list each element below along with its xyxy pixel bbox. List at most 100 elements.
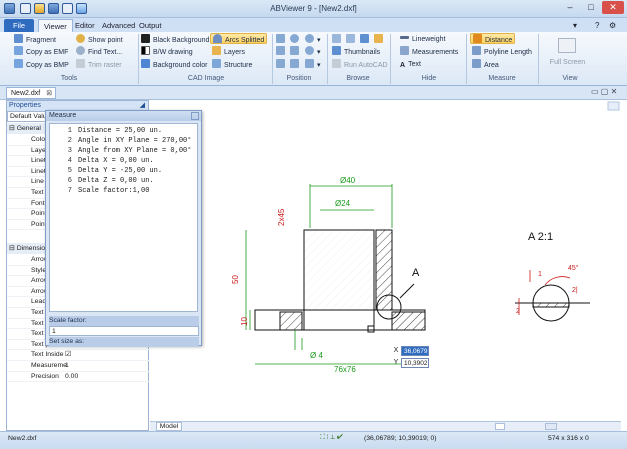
measure-line: 6 Delta Z = 0,00 un. [50, 176, 154, 186]
measure-dialog-header: Measure [46, 111, 201, 121]
drawing-canvas[interactable]: Ø40 Ø24 Ø 4 76x76 2x45 50 10 A A 2:1 45°… [150, 100, 621, 421]
thumbnails-button[interactable]: Thumbnails [332, 46, 380, 57]
run-autocad-button[interactable]: Run AutoCAD [332, 59, 388, 70]
trim-raster-button[interactable]: Trim raster [76, 59, 122, 70]
line-number: 1 [67, 127, 72, 135]
group-label-hide: Hide [421, 75, 437, 82]
reload-button[interactable] [360, 34, 372, 45]
pan-button[interactable] [276, 46, 288, 57]
find-text-button[interactable]: Find Text... [76, 46, 122, 57]
status-coords: (36,06789; 10,39019; 0) [364, 435, 437, 442]
maximize-button[interactable]: □ [581, 1, 601, 14]
property-row[interactable]: Precision 0.00 [7, 372, 150, 383]
scroll-up-button[interactable] [607, 101, 620, 111]
line-number: 3 [67, 147, 72, 155]
bw-drawing-button[interactable]: B/W drawing [141, 46, 193, 57]
lineweight-icon [400, 36, 409, 39]
close-button[interactable]: ✕ [602, 1, 624, 14]
forward-button[interactable] [346, 34, 358, 45]
text-button[interactable]: A Text [400, 59, 421, 70]
distance-icon [473, 34, 482, 43]
snap-icon[interactable]: ⛶ ⁞ ⊥ ✔ [320, 434, 343, 442]
measurements-button[interactable]: Measurements [400, 46, 458, 57]
show-point-icon [76, 34, 85, 43]
line-text: Delta X = 0,00 un. [78, 157, 154, 165]
options-icon[interactable]: ⚙ [604, 19, 621, 32]
zoom-in-button[interactable] [290, 34, 302, 45]
horizontal-scrollbar[interactable] [545, 423, 557, 430]
back-arrow-icon [332, 34, 341, 43]
tab-editor[interactable]: Editor [70, 19, 100, 32]
rotate-icon [276, 59, 285, 68]
group-label-tools: Tools [60, 75, 78, 82]
document-tab[interactable]: New2.dxf ⊠ [6, 87, 56, 99]
property-row[interactable]: Text Inside ☑ [7, 350, 150, 361]
mirror-button[interactable] [290, 59, 302, 70]
section-view [254, 229, 426, 333]
coord-x-value[interactable]: 36,0679 [401, 346, 429, 356]
distance-button[interactable]: Distance [470, 33, 516, 44]
lineweight-button[interactable]: Lineweight [400, 34, 445, 45]
property-value[interactable]: ☑ [65, 350, 71, 361]
line-number: 5 [67, 167, 72, 175]
run-autocad-icon [332, 59, 341, 68]
tab-file[interactable]: File [4, 19, 34, 32]
back-button[interactable] [332, 34, 344, 45]
close-tab-icon[interactable]: ⊠ [46, 90, 52, 97]
scale-factor-label: Scale factor: [49, 316, 199, 326]
zoom-menu-button[interactable]: ▾ [305, 34, 321, 45]
tab-model[interactable]: Model [156, 422, 182, 431]
browse-folder-button[interactable] [374, 34, 386, 45]
structure-button[interactable]: Structure [212, 59, 252, 70]
copy-bmp-button[interactable]: Copy as BMP [14, 59, 69, 70]
property-value[interactable]: 0.00 [65, 372, 78, 383]
collapse-icon[interactable]: ⊟ [9, 125, 15, 132]
minimize-button[interactable]: – [560, 1, 580, 14]
dim-angle-45: 45° [568, 264, 579, 272]
copy-emf-button[interactable]: Copy as EMF [14, 46, 68, 57]
close-dialog-icon[interactable] [191, 112, 199, 120]
fit-button[interactable] [290, 46, 302, 57]
zoom-rect-button[interactable] [276, 34, 288, 45]
fragment-button[interactable]: Fragment [14, 34, 56, 45]
layers-button[interactable]: Layers [212, 46, 245, 57]
fragment-icon [14, 34, 23, 43]
document-tab-bar: New2.dxf ⊠ ▭ ▢ ✕ [0, 86, 627, 100]
line-number: 7 [67, 187, 72, 195]
scroll-left-button[interactable] [495, 423, 505, 430]
property-key: Font [31, 199, 45, 207]
measure-line: 1 Distance = 25,00 un. [50, 126, 162, 136]
style-menu-icon[interactable]: ▾ [568, 19, 582, 32]
full-screen-button[interactable]: Full Screen [545, 57, 590, 68]
measure-line: 5 Delta Y = -25,00 un. [50, 166, 162, 176]
group-label-view: View [562, 75, 578, 82]
measure-output[interactable]: 1 Distance = 25,00 un. 2 Angle in XY Plane … [49, 123, 198, 312]
collapse-icon[interactable]: ⊟ [9, 245, 15, 252]
area-icon [472, 59, 481, 68]
background-color-button[interactable]: Background color [141, 59, 207, 70]
zoom-out-button[interactable]: ▾ [305, 46, 321, 57]
scale-factor-input[interactable]: 1 [49, 326, 199, 336]
help-icon[interactable]: ? [590, 19, 604, 32]
arcs-splitted-button[interactable]: Arcs Splitted [210, 33, 268, 44]
rotate-button[interactable] [276, 59, 288, 70]
magnifier-icon [305, 34, 314, 43]
full-screen-icon[interactable] [558, 38, 576, 53]
polyline-length-icon [472, 46, 481, 55]
tab-output[interactable]: Output [134, 19, 167, 32]
dim-76x76: 76x76 [334, 365, 356, 374]
arcs-splitted-icon [213, 34, 222, 43]
polyline-length-button[interactable]: Polyline Length [472, 46, 532, 57]
layout-tab-bar: Model [150, 421, 621, 431]
property-row[interactable]: Measureme 1 [7, 361, 150, 372]
area-button[interactable]: Area [472, 59, 499, 70]
tab-viewer[interactable]: Viewer [38, 19, 73, 32]
coord-y-value[interactable]: 10,3902 [401, 358, 429, 368]
restore-window-icon[interactable]: ▭ ▢ ✕ [591, 87, 617, 96]
show-point-button[interactable]: Show point [76, 34, 123, 45]
dim-1: 1 [538, 271, 542, 278]
black-background-button[interactable]: Black Background [141, 34, 209, 45]
view-3d-button[interactable]: ▾ [305, 59, 321, 70]
property-value[interactable]: 1 [65, 361, 69, 372]
status-bar: New2.dxf ⛶ ⁞ ⊥ ✔ (36,06789; 10,39019; 0)… [0, 431, 627, 449]
